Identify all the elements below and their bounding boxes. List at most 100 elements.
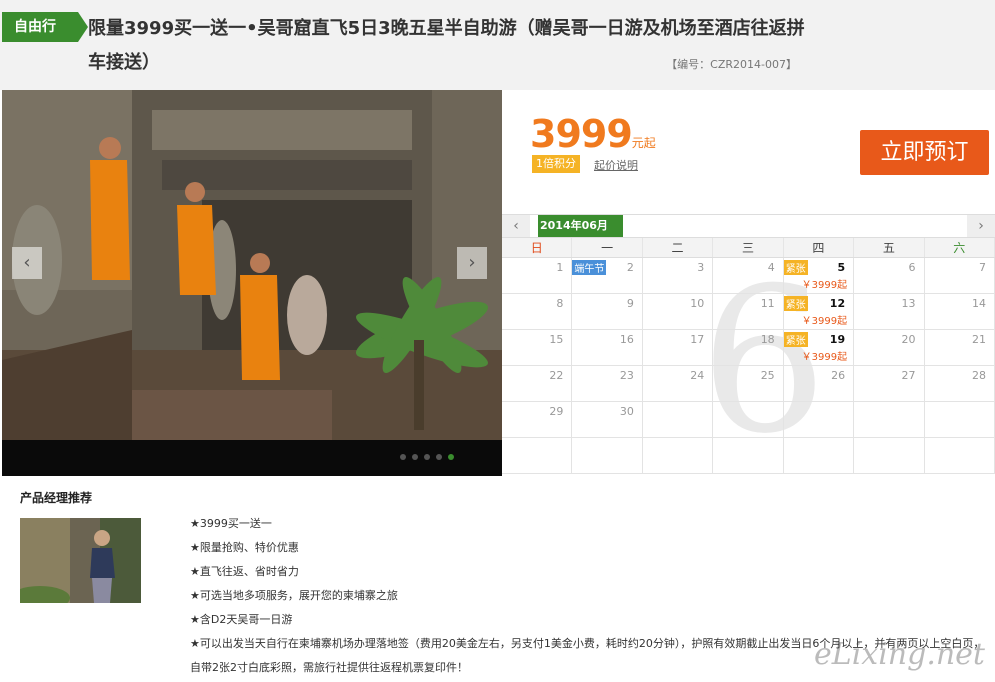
day-number: 22 (549, 369, 564, 382)
temple-photo-illustration (2, 90, 502, 440)
calendar-day: 14 (925, 294, 995, 329)
manager-photo (20, 518, 141, 603)
day-number: 25 (760, 369, 775, 382)
day-price: ￥3999起 (801, 280, 848, 291)
calendar-week-row: 22 23 24 25 26 27 28 (502, 366, 995, 402)
travel-type-tag: 自由行 (2, 12, 88, 42)
product-photo: ‹ › (2, 90, 502, 440)
day-number: 27 (901, 369, 916, 382)
calendar-day: 1 (502, 258, 573, 293)
day-number: 18 (760, 333, 775, 346)
calendar-day: 18 (713, 330, 784, 365)
price-explain-link[interactable]: 起价说明 (594, 157, 638, 173)
holiday-badge: 端午节 (572, 260, 607, 275)
price-box: 3999元起 (530, 112, 656, 156)
weekday-label: 二 (643, 238, 714, 257)
recommend-item: ★直飞往返、省时省力 (190, 565, 299, 578)
calendar-day (713, 402, 784, 437)
day-number: 13 (901, 297, 916, 310)
book-now-button[interactable]: 立即预订 (860, 130, 989, 175)
product-header: 自由行 限量3999买一送一•吴哥窟直飞5日3晚五星半自助游（赠吴哥一日游及机场… (0, 0, 995, 90)
day-number: 8 (556, 297, 564, 310)
day-number: 6 (908, 261, 916, 274)
day-number: 14 (971, 297, 986, 310)
availability-tight-badge: 紧张 (783, 260, 808, 275)
day-number: 19 (829, 333, 846, 346)
calendar-day: 4 (713, 258, 784, 293)
calendar-day (784, 402, 855, 437)
slider-dot[interactable] (412, 454, 418, 460)
photo-prev-button[interactable]: ‹ (12, 247, 42, 279)
calendar-day: 17 (643, 330, 714, 365)
day-number: 1 (556, 261, 564, 274)
calendar-day: 11 (713, 294, 784, 329)
calendar-day: 26 (784, 366, 855, 401)
day-number: 11 (760, 297, 775, 310)
calendar-day: 13 (854, 294, 925, 329)
calendar-day: 7 (925, 258, 995, 293)
weekday-label: 日 (502, 238, 573, 257)
calendar-week-row: 1 2 端午节 3 4 5 紧张 ￥3999起 6 7 (502, 258, 995, 294)
calendar-day: 16 (572, 330, 643, 365)
calendar-day: 15 (502, 330, 573, 365)
day-number: 20 (901, 333, 916, 346)
calendar-day: 27 (854, 366, 925, 401)
calendar-day-available[interactable]: 12 紧张 ￥3999起 (783, 294, 855, 329)
calendar-day: 29 (502, 402, 573, 437)
calendar-day (925, 438, 995, 473)
slider-dot[interactable] (436, 454, 442, 460)
calendar-week-row (502, 438, 995, 474)
calendar-day: 28 (925, 366, 995, 401)
photo-slider-nav (2, 440, 502, 476)
weekday-label: 三 (713, 238, 784, 257)
weekday-label: 四 (784, 238, 855, 257)
calendar-day: 2 端午节 (572, 258, 643, 293)
availability-tight-badge: 紧张 (783, 296, 808, 311)
calendar-day (713, 438, 784, 473)
recommend-item: ★3999买一送一 (190, 517, 272, 530)
calendar-day (784, 438, 855, 473)
day-price: ￥3999起 (801, 352, 848, 363)
day-number: 26 (831, 369, 846, 382)
day-price: ￥3999起 (801, 316, 848, 327)
price-unit: 元起 (631, 136, 656, 150)
calendar-day (643, 402, 714, 437)
calendar-day: 9 (572, 294, 643, 329)
day-number: 2 (626, 261, 634, 274)
calendar-month-label: 2014年06月 (538, 215, 623, 237)
day-number: 9 (626, 297, 634, 310)
photo-next-button[interactable]: › (457, 247, 487, 279)
calendar-day-available[interactable]: 5 紧张 ￥3999起 (783, 258, 855, 293)
slider-dot[interactable] (424, 454, 430, 460)
day-number: 4 (767, 261, 775, 274)
calendar-day: 30 (572, 402, 643, 437)
slider-dot[interactable] (400, 454, 406, 460)
calendar-week-row: 15 16 17 18 19 紧张 ￥3999起 20 21 (502, 330, 995, 366)
product-code: 【编号：CZR2014-007】 (666, 58, 797, 71)
calendar-day (854, 402, 925, 437)
weekday-label: 六 (925, 238, 995, 257)
calendar-day: 24 (643, 366, 714, 401)
day-number: 29 (549, 405, 564, 418)
departure-calendar: 日一二三四五六 1 2 端午节 3 4 5 紧张 ￥3999起 6 7 8 9 10 11 12 紧张 ￥399… (502, 238, 995, 474)
calendar-prev-month-icon[interactable]: ‹ (502, 215, 530, 237)
recommend-item: ★限量抢购、特价优惠 (190, 541, 299, 554)
calendar-week-row: 29 30 (502, 402, 995, 438)
weekday-label: 一 (572, 238, 643, 257)
weekday-label: 五 (854, 238, 925, 257)
slider-dot[interactable] (448, 454, 454, 460)
day-number: 17 (690, 333, 705, 346)
calendar-day: 21 (925, 330, 995, 365)
calendar-day: 25 (713, 366, 784, 401)
calendar-day: 23 (572, 366, 643, 401)
day-number: 23 (619, 369, 634, 382)
day-number: 15 (549, 333, 564, 346)
day-number: 24 (690, 369, 705, 382)
recommend-item: ★可选当地多项服务，展开您的柬埔寨之旅 (190, 589, 398, 602)
points-badge: 1倍积分 (532, 155, 580, 173)
calendar-day-available[interactable]: 19 紧张 ￥3999起 (783, 330, 855, 365)
calendar-toolbar: ‹ 2014年06月 › (502, 214, 995, 238)
day-number: 30 (619, 405, 634, 418)
calendar-day (572, 438, 643, 473)
calendar-next-month-icon[interactable]: › (967, 215, 995, 237)
